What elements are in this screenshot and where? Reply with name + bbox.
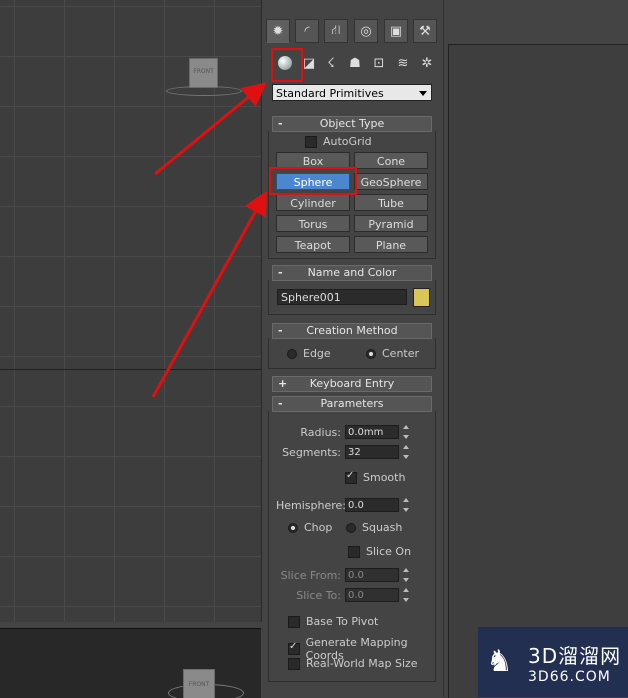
tube-button[interactable]: Tube <box>354 194 428 211</box>
smooth-checkbox[interactable]: Smooth <box>345 470 405 484</box>
squash-radio[interactable]: Squash <box>346 521 402 534</box>
base-to-pivot-checkbox[interactable]: Base To Pivot <box>288 615 378 628</box>
viewport-axis-line <box>0 369 261 370</box>
torus-button[interactable]: Torus <box>276 215 350 232</box>
parameters-header[interactable]: - Parameters <box>272 396 432 412</box>
center-radio[interactable]: Center <box>366 347 419 360</box>
cameras-icon[interactable]: ☗ <box>344 51 366 75</box>
segments-spinner[interactable] <box>401 445 411 459</box>
autogrid-checkbox[interactable]: AutoGrid <box>305 135 372 148</box>
autogrid-box[interactable] <box>305 135 317 148</box>
segments-row: Segments: 32 <box>276 445 411 459</box>
space-warps-icon[interactable]: ≋ <box>392 51 414 75</box>
utilities-tab-icon[interactable]: ⚒ <box>413 19 437 43</box>
hemisphere-row: Hemisphere: 0.0 <box>276 498 411 512</box>
right-panel-inner <box>448 44 628 698</box>
edge-radio[interactable]: Edge <box>287 347 331 360</box>
viewport-perspective[interactable]: FRONT <box>0 628 261 698</box>
keyboard-entry-header[interactable]: + Keyboard Entry <box>272 376 432 392</box>
radius-input[interactable]: 0.0mm <box>345 425 399 439</box>
motion-tab-icon[interactable]: ◎ <box>354 19 378 43</box>
slice-from-spinner[interactable] <box>401 568 411 582</box>
real-world-map-checkbox[interactable]: Real-World Map Size <box>288 657 418 670</box>
slice-to-input[interactable]: 0.0 <box>345 588 399 602</box>
segments-input[interactable]: 32 <box>345 445 399 459</box>
hemisphere-spinner[interactable] <box>401 498 411 512</box>
cylinder-button[interactable]: Cylinder <box>276 194 350 211</box>
slice-from-row: Slice From: 0.0 <box>276 568 411 582</box>
chop-radio[interactable]: Chop <box>288 521 332 534</box>
right-panel-area <box>444 0 628 698</box>
chevron-down-icon <box>419 91 427 96</box>
slice-to-row: Slice To: 0.0 <box>276 588 411 602</box>
pyramid-button[interactable]: Pyramid <box>354 215 428 232</box>
cone-button[interactable]: Cone <box>354 152 428 169</box>
sphere-highlight-box <box>269 167 357 195</box>
teapot-button[interactable]: Teapot <box>276 236 350 253</box>
radius-row: Radius: 0.0mm <box>276 425 411 439</box>
command-panel: ✹ ◜ ⛙ ◎ ▣ ⚒ ◪ ☇ ☗ ⊡ ≋ ✲ Standard Primiti… <box>262 0 444 697</box>
watermark-logo: ♞ 3D溜溜网 3D66.COM <box>478 627 628 697</box>
display-tab-icon[interactable]: ▣ <box>384 19 408 43</box>
hemisphere-input[interactable]: 0.0 <box>345 498 399 512</box>
viewcube-bottom[interactable]: FRONT <box>183 669 215 698</box>
radius-spinner[interactable] <box>401 425 411 439</box>
object-name-input[interactable]: Sphere001 <box>277 289 407 305</box>
object-type-title: Object Type <box>319 117 385 130</box>
viewport-front[interactable]: FRONT <box>0 0 262 622</box>
deer-icon: ♞ <box>486 644 513 679</box>
modify-tab-icon[interactable]: ◜ <box>295 19 319 43</box>
hierarchy-tab-icon[interactable]: ⛙ <box>324 19 348 43</box>
create-tab-icon[interactable]: ✹ <box>266 19 290 43</box>
object-color-swatch[interactable] <box>413 288 430 307</box>
object-type-header[interactable]: - Object Type <box>272 116 432 132</box>
plane-button[interactable]: Plane <box>354 236 428 253</box>
helpers-icon[interactable]: ⊡ <box>368 51 390 75</box>
slice-from-input[interactable]: 0.0 <box>345 568 399 582</box>
geosphere-button[interactable]: GeoSphere <box>354 173 428 190</box>
geometry-highlight-box <box>271 48 303 82</box>
systems-icon[interactable]: ✲ <box>416 51 438 75</box>
slice-on-checkbox[interactable]: Slice On <box>348 545 411 558</box>
lights-icon[interactable]: ☇ <box>320 51 342 75</box>
creation-method-header[interactable]: - Creation Method <box>272 323 432 339</box>
category-dropdown[interactable]: Standard Primitives <box>272 84 432 101</box>
name-color-header[interactable]: - Name and Color <box>272 265 432 281</box>
slice-to-spinner[interactable] <box>401 588 411 602</box>
category-dropdown-value: Standard Primitives <box>276 87 384 100</box>
viewcube[interactable]: FRONT <box>189 58 218 88</box>
